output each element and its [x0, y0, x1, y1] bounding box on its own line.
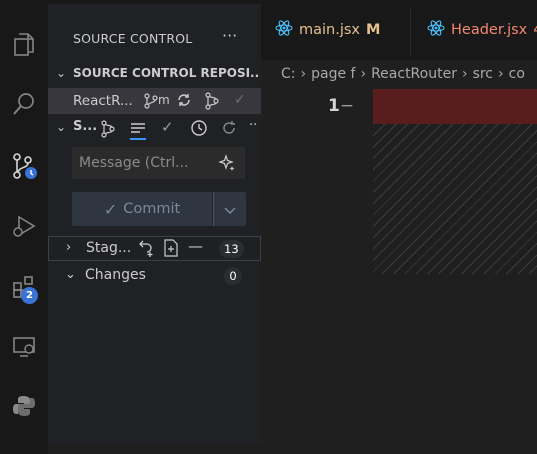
discard-icon[interactable] — [136, 240, 156, 262]
breadcrumb-item[interactable]: page f — [311, 66, 355, 82]
chevron-down-icon: ⌄ — [56, 66, 67, 80]
python-icon[interactable] — [0, 382, 48, 430]
staged-label: Stag... — [86, 240, 132, 256]
breadcrumb-item[interactable]: co — [509, 66, 525, 82]
diff-empty-region — [373, 124, 537, 274]
staged-changes-group[interactable]: › Stag... — 13 — [48, 236, 261, 261]
repositories-header-label: SOURCE CONTROL REPOSI... — [73, 66, 259, 80]
breadcrumb-item[interactable]: C: — [281, 66, 296, 82]
chevron-right-icon: › — [461, 66, 468, 82]
modified-indicator: M — [366, 22, 381, 38]
chevron-down-icon: ⌄ — [65, 267, 76, 282]
sync-icon[interactable] — [176, 92, 192, 112]
commit-check-icon[interactable]: ✓ — [161, 118, 174, 136]
changes-label: Changes — [85, 267, 146, 283]
remote-explorer-icon[interactable] — [0, 322, 48, 370]
repository-name: ReactR... — [73, 93, 133, 109]
activity-bar: 2 — [0, 0, 48, 454]
commit-button[interactable]: ✓ Commit — [72, 192, 212, 226]
repositories-section-header[interactable]: ⌄ SOURCE CONTROL REPOSI... — [48, 62, 261, 86]
history-icon[interactable] — [190, 119, 208, 141]
branch-name[interactable]: m — [158, 93, 170, 107]
react-icon — [275, 20, 293, 40]
list-view-icon[interactable] — [130, 121, 146, 140]
chevron-down-icon — [224, 200, 236, 219]
commit-message-box[interactable] — [72, 147, 245, 179]
breadcrumb-item[interactable]: src — [473, 66, 493, 82]
unstage-icon[interactable]: — — [188, 237, 203, 255]
staged-count-badge: 13 — [219, 240, 244, 258]
repository-item[interactable]: ReactR... m ✓ — [48, 88, 261, 114]
tab-label: main.jsx — [299, 22, 361, 38]
changes-count-badge: 0 — [224, 267, 242, 285]
scm-section-header[interactable]: ⌄ S... ✓ ·· — [48, 116, 261, 140]
chevron-down-icon: ⌄ — [56, 120, 67, 134]
chevron-right-icon: › — [360, 66, 367, 82]
tab-label: Header.jsx — [451, 22, 528, 38]
tab-divider — [410, 8, 411, 56]
extensions-badge: 2 — [21, 287, 38, 304]
source-control-icon[interactable] — [0, 142, 48, 190]
commit-button-label: Commit — [123, 201, 181, 217]
more-icon[interactable]: ·· — [249, 118, 257, 133]
breadcrumb: C: › page f › ReactRouter › src › co — [281, 66, 525, 82]
chevron-right-icon: › — [498, 66, 504, 82]
search-icon[interactable] — [0, 80, 48, 128]
more-actions-button[interactable]: ··· — [222, 26, 237, 45]
line-number: 1− — [328, 96, 355, 116]
changes-group[interactable]: ⌄ Changes 0 — [48, 264, 261, 288]
open-file-icon[interactable] — [163, 239, 179, 261]
problem-count: 4 — [533, 22, 537, 38]
sidebar-title: SOURCE CONTROL — [73, 31, 193, 46]
breadcrumb-item[interactable]: ReactRouter — [371, 66, 457, 82]
tab-header-jsx[interactable]: Header.jsx 4 — [412, 4, 537, 56]
files-icon[interactable] — [0, 20, 48, 68]
scm-header-label: S... — [73, 119, 98, 134]
tab-main-jsx[interactable]: main.jsx M — [267, 4, 409, 56]
removed-line-highlight — [373, 89, 537, 124]
commit-message-input[interactable] — [79, 154, 219, 172]
run-debug-icon[interactable] — [0, 202, 48, 250]
graph-icon[interactable] — [204, 92, 220, 114]
sparkle-icon[interactable] — [218, 154, 236, 176]
check-icon: ✓ — [103, 199, 118, 219]
refresh-icon[interactable] — [220, 119, 238, 141]
chevron-right-icon: › — [66, 240, 72, 255]
graph-icon[interactable] — [100, 120, 116, 142]
extensions-icon[interactable] — [0, 262, 48, 310]
chevron-right-icon: › — [300, 66, 307, 82]
react-icon — [427, 20, 445, 40]
commit-dropdown-button[interactable] — [213, 192, 246, 226]
branch-icon[interactable] — [144, 93, 158, 113]
check-icon[interactable]: ✓ — [234, 92, 246, 108]
